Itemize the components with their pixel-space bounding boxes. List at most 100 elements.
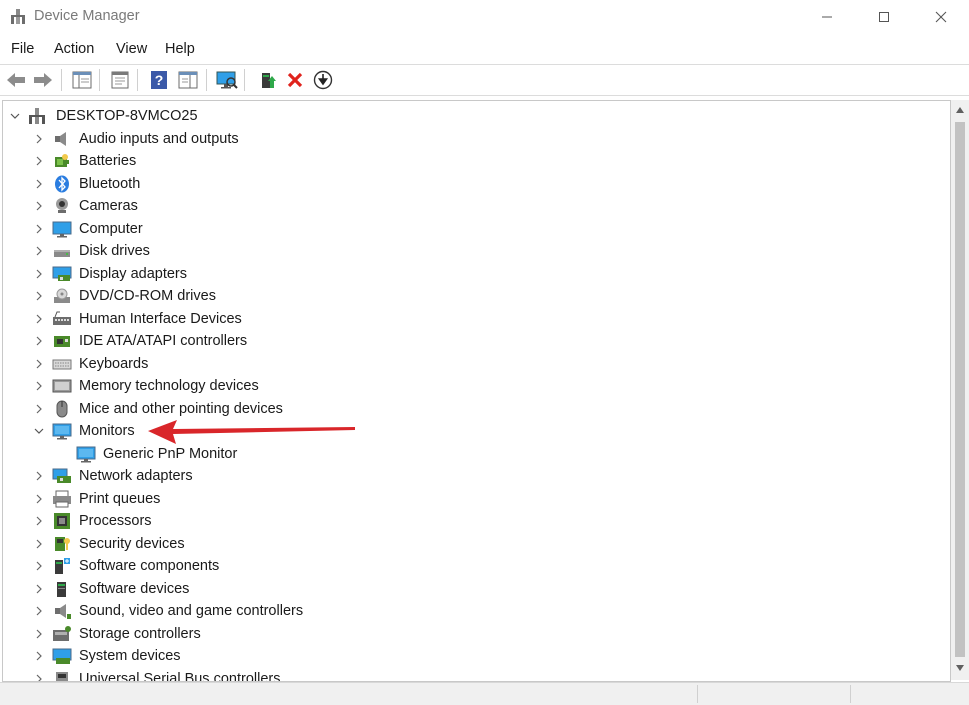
expand-chevron-icon[interactable] xyxy=(32,648,46,664)
tree-item-label: Display adapters xyxy=(79,265,187,282)
scroll-up-arrow-icon[interactable] xyxy=(955,106,965,114)
sound-icon xyxy=(55,604,71,619)
expand-chevron-icon[interactable] xyxy=(32,243,46,259)
processor-icon xyxy=(54,513,70,529)
expand-chevron-icon[interactable] xyxy=(32,356,46,372)
tree-category-item[interactable]: Universal Serial Bus controllers xyxy=(3,668,903,681)
menu-file[interactable]: File xyxy=(11,41,34,57)
tree-category-item[interactable]: Cameras xyxy=(3,195,903,217)
tree-category-item[interactable]: Audio inputs and outputs xyxy=(3,128,903,150)
tree-category-item[interactable]: Processors xyxy=(3,510,903,532)
expand-chevron-icon[interactable] xyxy=(32,491,46,507)
storage-icon xyxy=(53,625,71,641)
expand-chevron-icon[interactable] xyxy=(32,131,46,147)
tree-child-item[interactable]: Generic PnP Monitor xyxy=(3,443,903,465)
close-button[interactable] xyxy=(912,0,969,34)
computer-root-icon xyxy=(29,108,45,124)
expand-chevron-icon[interactable] xyxy=(32,198,46,214)
tree-item-label: Processors xyxy=(79,513,152,529)
expand-chevron-icon[interactable] xyxy=(32,333,46,349)
system-icon xyxy=(52,648,72,664)
menu-help[interactable]: Help xyxy=(165,41,195,57)
maximize-button[interactable] xyxy=(855,0,913,34)
expand-chevron-icon[interactable] xyxy=(32,401,46,417)
scan-hardware-button[interactable] xyxy=(215,68,239,92)
maximize-icon xyxy=(879,12,889,22)
tree-item-label: Mice and other pointing devices xyxy=(79,400,283,417)
expand-chevron-icon[interactable] xyxy=(32,558,46,574)
tree-category-item[interactable]: Disk drives xyxy=(3,240,903,262)
menu-view[interactable]: View xyxy=(116,41,147,57)
show-hide-console-tree-button[interactable] xyxy=(70,68,94,92)
expand-chevron-icon[interactable] xyxy=(32,603,46,619)
tree-item-label: Bluetooth xyxy=(79,175,141,192)
view-icon xyxy=(178,71,198,89)
network-icon xyxy=(52,468,71,483)
tree-item-label: Print queues xyxy=(79,490,161,507)
tree-category-item[interactable]: Network adapters xyxy=(3,465,903,487)
expand-chevron-icon[interactable] xyxy=(32,513,46,529)
expand-chevron-icon[interactable] xyxy=(32,221,46,237)
tree-category-item[interactable]: Human Interface Devices xyxy=(3,308,903,330)
uninstall-device-button[interactable] xyxy=(283,68,307,92)
tree-root[interactable]: DESKTOP-8VMCO25 xyxy=(3,105,903,127)
tree-category-item[interactable]: Software components xyxy=(3,555,903,577)
tree-category-item[interactable]: Batteries xyxy=(3,150,903,172)
tree-category-item[interactable]: Mice and other pointing devices xyxy=(3,398,903,420)
properties-icon xyxy=(111,71,129,89)
forward-button[interactable] xyxy=(31,68,55,92)
view-button[interactable] xyxy=(176,68,200,92)
uninstall-icon xyxy=(287,72,303,88)
device-tree: DESKTOP-8VMCO25 Audio inputs and outputs… xyxy=(2,100,951,682)
device-manager-icon xyxy=(11,9,25,24)
disable-device-button[interactable] xyxy=(311,68,335,92)
tree-category-item[interactable]: Computer xyxy=(3,218,903,240)
window-title: Device Manager xyxy=(34,8,140,24)
tree-item-label: Computer xyxy=(79,220,143,237)
tree-item-label: Security devices xyxy=(79,535,185,552)
tree-category-item[interactable]: DVD/CD-ROM drives xyxy=(3,285,903,307)
back-button[interactable] xyxy=(4,68,28,92)
expand-chevron-icon[interactable] xyxy=(32,288,46,304)
tree-item-label: Software components xyxy=(79,558,220,574)
status-bar xyxy=(0,682,969,705)
tree-category-item[interactable]: Keyboards xyxy=(3,353,903,375)
tree-category-item[interactable]: Memory technology devices xyxy=(3,375,903,397)
tree-category-item[interactable]: Monitors xyxy=(3,420,903,442)
tree-category-item[interactable]: Bluetooth xyxy=(3,173,903,195)
expand-chevron-icon[interactable] xyxy=(32,378,46,394)
update-driver-button[interactable] xyxy=(255,68,279,92)
tree-item-label: Cameras xyxy=(79,198,138,214)
menu-action[interactable]: Action xyxy=(54,41,94,57)
expand-chevron-icon[interactable] xyxy=(32,311,46,327)
menu-bar: File Action View Help xyxy=(0,38,969,62)
tree-item-label: Keyboards xyxy=(79,355,149,372)
scroll-down-arrow-icon[interactable] xyxy=(955,664,965,672)
properties-button[interactable] xyxy=(108,68,132,92)
expand-chevron-icon[interactable] xyxy=(32,536,46,552)
expand-chevron-icon[interactable] xyxy=(32,626,46,642)
scrollbar-thumb[interactable] xyxy=(955,122,965,657)
collapse-chevron-icon[interactable] xyxy=(32,423,46,439)
expand-chevron-icon[interactable] xyxy=(32,671,46,681)
tree-category-item[interactable]: Display adapters xyxy=(3,263,903,285)
expand-chevron-icon[interactable] xyxy=(32,468,46,484)
expand-chevron-icon[interactable] xyxy=(32,153,46,169)
tree-category-item[interactable]: Sound, video and game controllers xyxy=(3,600,903,622)
console-tree-icon xyxy=(72,71,92,89)
mouse-icon xyxy=(56,400,68,417)
collapse-chevron-icon[interactable] xyxy=(8,108,22,124)
tree-category-item[interactable]: IDE ATA/ATAPI controllers xyxy=(3,330,903,352)
minimize-button[interactable] xyxy=(798,0,856,34)
vertical-scrollbar[interactable] xyxy=(951,100,969,680)
expand-chevron-icon[interactable] xyxy=(32,176,46,192)
tree-category-item[interactable]: Print queues xyxy=(3,488,903,510)
disk-drive-icon xyxy=(54,250,70,257)
help-button[interactable]: ? xyxy=(147,68,171,92)
tree-category-item[interactable]: System devices xyxy=(3,645,903,667)
expand-chevron-icon[interactable] xyxy=(32,581,46,597)
tree-category-item[interactable]: Security devices xyxy=(3,533,903,555)
expand-chevron-icon[interactable] xyxy=(32,266,46,282)
tree-category-item[interactable]: Software devices xyxy=(3,578,903,600)
tree-category-item[interactable]: Storage controllers xyxy=(3,623,903,645)
